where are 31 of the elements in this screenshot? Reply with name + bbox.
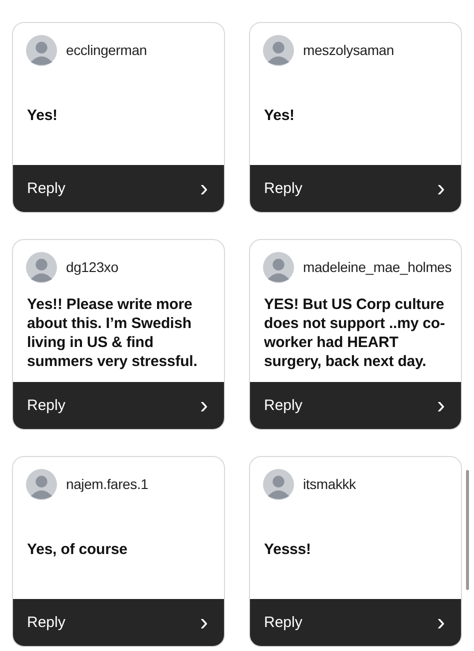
- scrollbar[interactable]: [466, 470, 469, 590]
- username[interactable]: najem.fares.1: [66, 476, 148, 492]
- chevron-icon: ›: [437, 394, 445, 418]
- reply-button[interactable]: Reply ›: [250, 599, 461, 646]
- comment-text: Yes!: [27, 106, 58, 125]
- comment-text: YES! But US Corp culture does not support ..my co-worker had HEART surgery, back next day.: [264, 294, 446, 370]
- reply-button[interactable]: Reply ›: [250, 165, 461, 212]
- chevron-icon: ›: [437, 176, 445, 200]
- username[interactable]: ecclingerman: [66, 42, 147, 58]
- avatar-icon[interactable]: [26, 252, 57, 282]
- chevron-icon: ›: [200, 610, 208, 634]
- reply-button[interactable]: Reply ›: [250, 382, 461, 429]
- comment-text: Yes!! Please write more about this. I’m Swedish living in US & find summers very stressful.: [27, 294, 198, 370]
- username[interactable]: itsmakkk: [303, 476, 356, 492]
- comment-text: Yes, of course: [27, 540, 128, 559]
- avatar-icon[interactable]: [26, 34, 57, 66]
- comment-text: Yes!: [264, 106, 294, 125]
- avatar-icon[interactable]: [263, 34, 294, 66]
- reply-button[interactable]: Reply ›: [13, 599, 224, 646]
- avatar-icon[interactable]: [263, 468, 294, 500]
- chevron-icon: ›: [200, 176, 208, 200]
- comment-text: Yesss!: [264, 540, 311, 559]
- reply-button[interactable]: Reply ›: [13, 382, 224, 429]
- username[interactable]: madeleine_mae_holmes: [303, 259, 452, 275]
- avatar-icon[interactable]: [26, 468, 57, 500]
- chevron-icon: ›: [437, 610, 445, 634]
- chevron-icon: ›: [200, 394, 208, 418]
- username[interactable]: dg123xo: [66, 259, 118, 275]
- username[interactable]: meszolysaman: [303, 42, 394, 58]
- reply-button[interactable]: Reply ›: [13, 165, 224, 212]
- avatar-icon[interactable]: [263, 252, 294, 282]
